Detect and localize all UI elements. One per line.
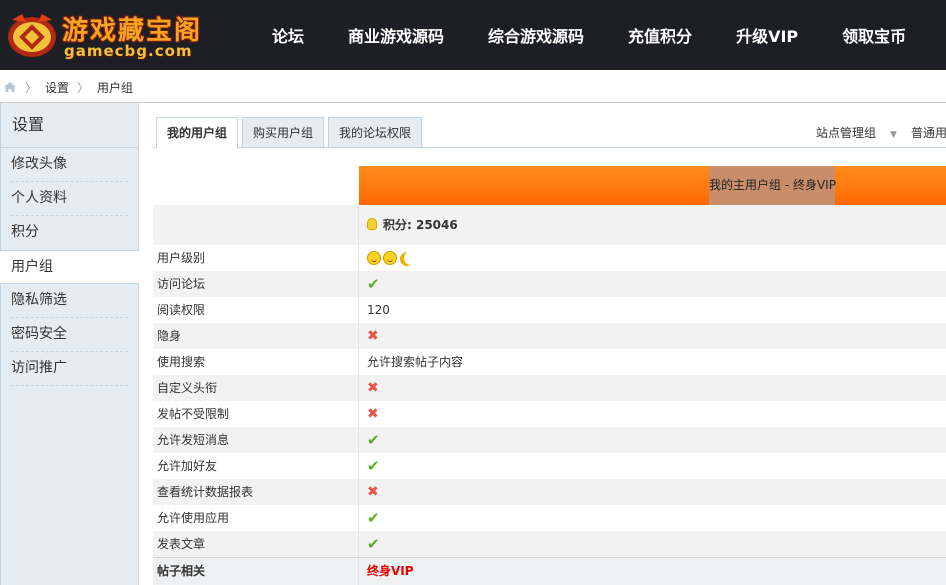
nav-general-source[interactable]: 综合游戏源码 bbox=[466, 23, 606, 47]
sidebar-item-promotion[interactable]: 访问推广 bbox=[11, 352, 128, 386]
row-key: 访问论坛 bbox=[153, 271, 359, 297]
table-row: 访问论坛 ✔ bbox=[153, 271, 946, 297]
nav-claim-coins[interactable]: 领取宝币 bbox=[820, 23, 928, 47]
chevron-right-icon: 〉 bbox=[77, 80, 90, 95]
site-admin-group-dropdown[interactable]: 站点管理组 ▼ bbox=[816, 124, 897, 141]
nav-forum[interactable]: 论坛 bbox=[250, 23, 326, 47]
breadcrumb: 〉 设置 〉 用户组 bbox=[0, 76, 946, 98]
row-key: 隐身 bbox=[153, 323, 359, 349]
sidebar-item-points[interactable]: 积分 bbox=[11, 216, 128, 250]
row-value-text: 允许搜索帖子内容 bbox=[367, 355, 464, 369]
breadcrumb-usergroup[interactable]: 用户组 bbox=[97, 79, 133, 96]
settings-sidebar: 设置 修改头像 个人资料 积分 用户组 隐私筛选 密码安全 访问推广 bbox=[0, 103, 139, 585]
row-key: 发表文章 bbox=[153, 531, 359, 557]
points-value: 积分: 25046 bbox=[359, 205, 946, 245]
nav-commercial-source[interactable]: 商业游戏源码 bbox=[326, 23, 466, 47]
divider bbox=[0, 102, 946, 103]
cross-icon: ✖ bbox=[367, 484, 379, 500]
check-icon: ✔ bbox=[367, 509, 380, 527]
row-value bbox=[359, 245, 946, 271]
points-text: 积分: 25046 bbox=[383, 218, 458, 232]
tab-forum-permissions[interactable]: 我的论坛权限 bbox=[328, 117, 423, 148]
logo-emblem-icon bbox=[8, 14, 56, 57]
check-icon: ✔ bbox=[367, 457, 380, 475]
row-value: 允许搜索帖子内容 bbox=[359, 349, 946, 375]
row-value: ✔ bbox=[359, 453, 946, 479]
row-value: ✔ bbox=[359, 505, 946, 531]
nav-upgrade-vip[interactable]: 升级VIP bbox=[714, 23, 820, 47]
table-row: 发表文章 ✔ bbox=[153, 531, 946, 557]
points-key bbox=[153, 205, 359, 245]
site-admin-group-label: 站点管理组 bbox=[816, 126, 877, 140]
table-row: 用户级别 bbox=[153, 245, 946, 271]
check-icon: ✔ bbox=[367, 275, 380, 293]
sidebar-item-usergroup[interactable]: 用户组 bbox=[0, 250, 139, 284]
row-value-text: 120 bbox=[367, 303, 390, 317]
tab-buy-usergroup[interactable]: 购买用户组 bbox=[242, 117, 325, 148]
breadcrumb-settings[interactable]: 设置 bbox=[45, 79, 69, 96]
row-key: 自定义头衔 bbox=[153, 375, 359, 401]
section-key: 帖子相关 bbox=[153, 558, 359, 585]
row-key: 查看统计数据报表 bbox=[153, 479, 359, 505]
home-icon[interactable] bbox=[3, 81, 17, 93]
normal-group-dropdown[interactable]: 普通用 bbox=[911, 124, 946, 141]
cross-icon: ✖ bbox=[367, 406, 379, 422]
logo-domain: gamecbg.com bbox=[64, 42, 193, 60]
triangle-down-icon: ▼ bbox=[890, 130, 897, 140]
row-value: ✖ bbox=[359, 401, 946, 427]
row-key: 允许使用应用 bbox=[153, 505, 359, 531]
table-row: 使用搜索 允许搜索帖子内容 bbox=[153, 349, 946, 375]
row-value: 120 bbox=[359, 297, 946, 323]
smile-icon bbox=[383, 251, 397, 265]
table-row: 允许加好友 ✔ bbox=[153, 453, 946, 479]
chevron-right-icon: 〉 bbox=[25, 80, 38, 95]
row-value: ✔ bbox=[359, 427, 946, 453]
check-icon: ✔ bbox=[367, 535, 380, 553]
cross-icon: ✖ bbox=[367, 328, 379, 344]
table-row: 允许发短消息 ✔ bbox=[153, 427, 946, 453]
table-row: 发帖不受限制 ✖ bbox=[153, 401, 946, 427]
smile-icon bbox=[367, 251, 381, 265]
row-value: ✔ bbox=[359, 271, 946, 297]
table-row: 查看统计数据报表 ✖ bbox=[153, 479, 946, 505]
tab-my-usergroup[interactable]: 我的用户组 bbox=[156, 117, 239, 149]
sidebar-item-avatar[interactable]: 修改头像 bbox=[11, 148, 128, 182]
row-value: ✖ bbox=[359, 479, 946, 505]
row-key: 允许发短消息 bbox=[153, 427, 359, 453]
cross-icon: ✖ bbox=[367, 380, 379, 396]
check-icon: ✔ bbox=[367, 431, 380, 449]
table-row: 自定义头衔 ✖ bbox=[153, 375, 946, 401]
sidebar-item-profile[interactable]: 个人资料 bbox=[11, 182, 128, 216]
nav-recharge-points[interactable]: 充值积分 bbox=[606, 23, 714, 47]
row-key: 使用搜索 bbox=[153, 349, 359, 375]
main-nav: 论坛 商业游戏源码 综合游戏源码 充值积分 升级VIP 领取宝币 bbox=[250, 0, 928, 70]
lightbulb-icon bbox=[367, 218, 377, 230]
section-row-posts: 帖子相关 终身VIP bbox=[153, 557, 946, 585]
table-row: 阅读权限 120 bbox=[153, 297, 946, 323]
row-key: 阅读权限 bbox=[153, 297, 359, 323]
tab-bar: 我的用户组 购买用户组 我的论坛权限 站点管理组 ▼ 普通用 bbox=[153, 117, 946, 149]
moon-icon bbox=[404, 251, 418, 265]
row-key: 发帖不受限制 bbox=[153, 401, 359, 427]
table-row: 允许使用应用 ✔ bbox=[153, 505, 946, 531]
group-banner: 我的主用户组 - 终身VIP bbox=[359, 166, 946, 205]
row-value: ✖ bbox=[359, 375, 946, 401]
main-group-label[interactable]: 我的主用户组 - 终身VIP bbox=[709, 166, 836, 205]
sidebar-title: 设置 bbox=[1, 103, 138, 148]
row-key: 允许加好友 bbox=[153, 453, 359, 479]
site-header: 游戏藏宝阁 gamecbg.com 论坛 商业游戏源码 综合游戏源码 充值积分 … bbox=[0, 0, 946, 70]
sidebar-item-password[interactable]: 密码安全 bbox=[11, 318, 128, 352]
table-row: 隐身 ✖ bbox=[153, 323, 946, 349]
row-value: ✔ bbox=[359, 531, 946, 557]
sidebar-item-privacy[interactable]: 隐私筛选 bbox=[11, 284, 128, 318]
row-value: ✖ bbox=[359, 323, 946, 349]
points-row: 积分: 25046 bbox=[153, 205, 946, 245]
site-logo[interactable]: 游戏藏宝阁 gamecbg.com bbox=[4, 6, 204, 64]
row-key: 用户级别 bbox=[153, 245, 359, 271]
section-value: 终身VIP bbox=[367, 564, 414, 578]
